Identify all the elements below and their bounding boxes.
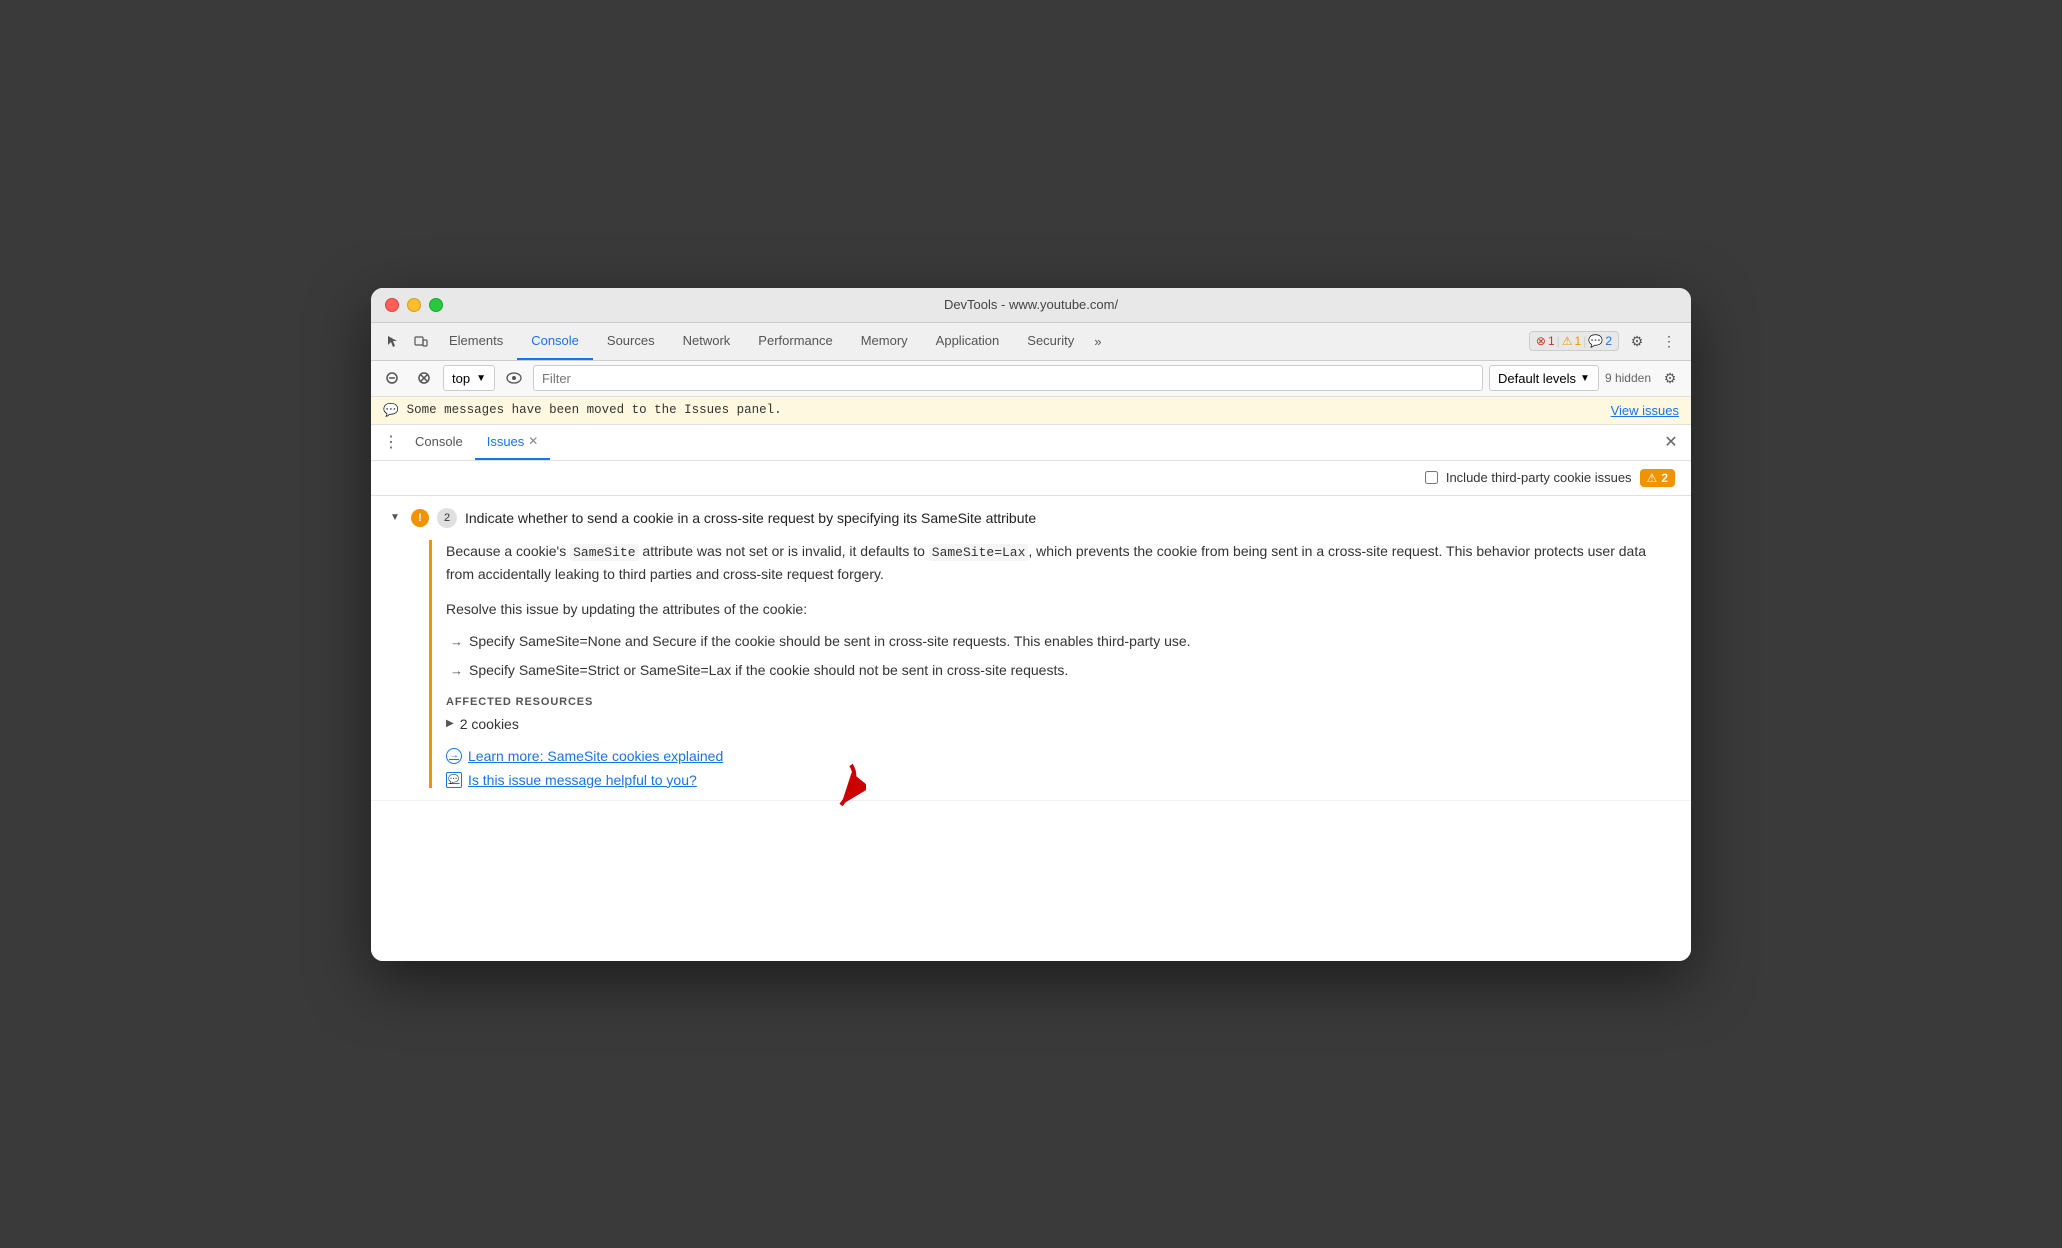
issue-bullet-1: → Specify SameSite=None and Secure if th… <box>446 630 1675 653</box>
minimize-button[interactable] <box>407 298 421 312</box>
learn-more-text[interactable]: Learn more: SameSite cookies explained <box>468 748 723 764</box>
context-value: top <box>452 371 470 386</box>
issues-panel: Include third-party cookie issues ⚠ 2 ▼ … <box>371 461 1691 961</box>
console-toolbar: top ▼ Default levels ▼ 9 hidden ⚙ <box>371 361 1691 397</box>
traffic-lights <box>385 298 443 312</box>
code-samesite: SameSite <box>570 544 638 561</box>
issue-body: Because a cookie's SameSite attribute wa… <box>387 540 1675 788</box>
device-toggle-icon[interactable] <box>407 327 435 355</box>
error-count: 1 <box>1548 334 1555 348</box>
close-issues-tab-icon[interactable]: ✕ <box>528 434 538 448</box>
view-issues-link[interactable]: View issues <box>1611 403 1679 418</box>
tab-application[interactable]: Application <box>922 323 1014 360</box>
third-party-checkbox[interactable] <box>1425 471 1438 484</box>
feedback-text[interactable]: Is this issue message helpful to you? <box>468 772 697 788</box>
settings-icon[interactable]: ⚙ <box>1623 327 1651 355</box>
feedback-link[interactable]: 💬 Is this issue message helpful to you? <box>446 772 1675 788</box>
warning-badge-icon: ⚠ <box>1647 471 1658 485</box>
third-party-row: Include third-party cookie issues ⚠ 2 <box>371 461 1691 496</box>
clear-console-icon[interactable] <box>411 365 437 391</box>
issue-resolve-text: Resolve this issue by updating the attri… <box>446 598 1675 620</box>
warning-icon: ⚠ <box>1562 334 1573 348</box>
affected-resources-label: AFFECTED RESOURCES <box>446 696 1675 708</box>
third-party-label[interactable]: Include third-party cookie issues <box>1446 470 1632 485</box>
arrow-right-icon-2: → <box>450 661 463 682</box>
devtools-window: DevTools - www.youtube.com/ Elements Con… <box>371 288 1691 961</box>
tab-sources[interactable]: Sources <box>593 323 669 360</box>
issue-warning-icon: ! <box>411 509 429 527</box>
issue-content: Because a cookie's SameSite attribute wa… <box>429 540 1675 788</box>
code-samesite-strict: SameSite=Strict <box>519 662 620 678</box>
chevron-down-icon: ▼ <box>476 373 486 384</box>
code-samesite-none: SameSite=None <box>519 633 621 649</box>
third-party-badge-count: 2 <box>1661 471 1668 485</box>
red-arrow-annotation <box>786 760 866 815</box>
tab-elements[interactable]: Elements <box>435 323 517 360</box>
affected-item-count: 2 cookies <box>460 716 519 732</box>
tab-performance[interactable]: Performance <box>744 323 846 360</box>
levels-chevron-icon: ▼ <box>1580 373 1590 384</box>
issues-banner: 💬 Some messages have been moved to the I… <box>371 397 1691 425</box>
warning-count: 1 <box>1575 334 1582 348</box>
sub-tab-menu-icon[interactable]: ⋮ <box>379 430 403 454</box>
cursor-icon[interactable] <box>379 327 407 355</box>
issue-links: → Learn more: SameSite cookies explained… <box>446 748 1675 788</box>
affected-toggle-icon[interactable]: ▶ <box>446 718 454 729</box>
more-tabs-button[interactable]: » <box>1088 334 1107 349</box>
tab-console[interactable]: Console <box>517 323 593 360</box>
tab-security[interactable]: Security <box>1013 323 1088 360</box>
affected-resources[interactable]: ▶ 2 cookies <box>446 716 1675 732</box>
right-icons: ⊗ 1 | ⚠ 1 | 💬 2 ⚙ ⋮ <box>1529 327 1683 355</box>
filter-input[interactable] <box>533 365 1483 391</box>
issue-item: ▼ ! 2 Indicate whether to send a cookie … <box>371 496 1691 801</box>
external-link-icon: → <box>446 748 462 764</box>
maximize-button[interactable] <box>429 298 443 312</box>
sub-tab-issues[interactable]: Issues ✕ <box>475 425 551 460</box>
more-options-icon[interactable]: ⋮ <box>1655 327 1683 355</box>
issue-description: Because a cookie's SameSite attribute wa… <box>446 540 1675 586</box>
arrow-right-icon-1: → <box>450 632 463 653</box>
learn-more-link[interactable]: → Learn more: SameSite cookies explained <box>446 748 1675 764</box>
message-count: 2 <box>1605 334 1612 348</box>
tab-memory[interactable]: Memory <box>847 323 922 360</box>
close-panel-icon[interactable]: ✕ <box>1659 430 1683 454</box>
issue-title: Indicate whether to send a cookie in a c… <box>465 510 1036 526</box>
chat-icon: 💬 <box>383 403 399 418</box>
levels-label: Default levels <box>1498 371 1576 386</box>
stop-recording-icon[interactable] <box>379 365 405 391</box>
window-title: DevTools - www.youtube.com/ <box>944 297 1118 312</box>
message-icon: 💬 <box>1588 334 1603 348</box>
issue-count-badge: 2 <box>437 508 457 528</box>
nav-tabs: Elements Console Sources Network Perform… <box>435 323 1529 360</box>
filter-settings-icon[interactable]: ⚙ <box>1657 365 1683 391</box>
devtools-tabs: Elements Console Sources Network Perform… <box>371 323 1691 361</box>
feedback-icon: 💬 <box>446 772 462 788</box>
bullet-2-text: Specify SameSite=Strict or SameSite=Lax … <box>469 659 1068 681</box>
issue-bullet-2: → Specify SameSite=Strict or SameSite=La… <box>446 659 1675 682</box>
close-button[interactable] <box>385 298 399 312</box>
code-secure: Secure <box>652 633 696 649</box>
tab-network[interactable]: Network <box>669 323 745 360</box>
error-badge-group[interactable]: ⊗ 1 | ⚠ 1 | 💬 2 <box>1529 331 1619 351</box>
code-samesite-lax2: SameSite=Lax <box>640 662 731 678</box>
titlebar: DevTools - www.youtube.com/ <box>371 288 1691 323</box>
sub-tab-console[interactable]: Console <box>403 425 475 460</box>
issue-header[interactable]: ▼ ! 2 Indicate whether to send a cookie … <box>387 508 1675 528</box>
issues-banner-left: 💬 Some messages have been moved to the I… <box>383 403 782 418</box>
code-samesite-lax: SameSite=Lax <box>929 544 1029 561</box>
bullet-1-text: Specify SameSite=None and Secure if the … <box>469 630 1191 652</box>
hidden-count-area: 9 hidden ⚙ <box>1605 365 1683 391</box>
context-selector[interactable]: top ▼ <box>443 365 495 391</box>
eye-icon[interactable] <box>501 365 527 391</box>
levels-dropdown[interactable]: Default levels ▼ <box>1489 365 1599 391</box>
hidden-count-value: 9 hidden <box>1605 371 1651 385</box>
issues-banner-text: Some messages have been moved to the Iss… <box>407 403 782 417</box>
error-icon: ⊗ <box>1536 334 1546 348</box>
sub-tabs: ⋮ Console Issues ✕ ✕ <box>371 425 1691 461</box>
expand-icon[interactable]: ▼ <box>387 510 403 526</box>
